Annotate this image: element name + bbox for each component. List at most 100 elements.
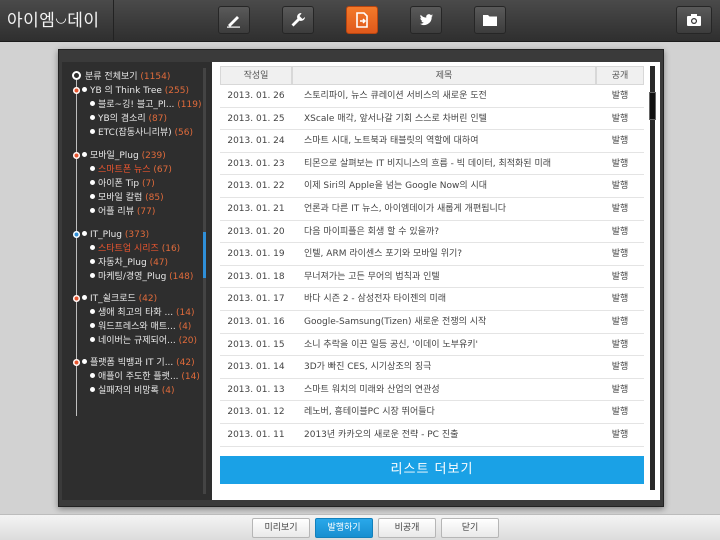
category-label: 워드프레스와 매트... (98, 322, 176, 332)
table-row[interactable]: 2013. 01. 17 바다 시즌 2 - 삼성전자 타이젠의 미래 발행 (220, 288, 644, 311)
post-date: 2013. 01. 16 (227, 317, 285, 327)
table-row[interactable]: 2013. 01. 21 언론과 다른 IT 뉴스, 아이엠데이가 새롭게 개편됩… (220, 198, 644, 221)
post-title[interactable]: 2013년 카카오의 새로운 전략 - PC 진출 (304, 424, 594, 446)
table-scroll-thumb[interactable] (649, 92, 656, 120)
post-title[interactable]: 바다 시즌 2 - 삼성전자 타이젠의 미래 (304, 288, 594, 310)
post-title[interactable]: 3D가 빠진 CES, 시기상조의 징극 (304, 356, 594, 378)
table-row[interactable]: 2013. 01. 14 3D가 빠진 CES, 시기상조의 징극 발행 (220, 356, 644, 379)
sidebar-category-item[interactable]: 분류 전체보기 (1154) (72, 70, 170, 84)
post-title[interactable]: 언론과 다른 IT 뉴스, 아이엠데이가 새롭게 개편됩니다 (304, 198, 594, 220)
category-count: (4) (178, 322, 192, 332)
sidebar-category-item[interactable]: 워드프레스와 매트... (4) (90, 320, 191, 334)
export-button[interactable] (346, 6, 378, 34)
sidebar-category-item[interactable]: 마케팅/경영_Plug (148) (90, 270, 193, 284)
tree-expand-icon[interactable] (73, 359, 80, 366)
table-row[interactable]: 2013. 01. 20 다음 마이피플은 회생 할 수 있을까? 발행 (220, 221, 644, 244)
category-count: (239) (141, 151, 166, 161)
bullet-icon (90, 387, 95, 392)
write-button[interactable] (218, 6, 250, 34)
sidebar-scroll-thumb[interactable] (203, 232, 206, 278)
sidebar-category-item[interactable]: 아이폰 Tip (7) (90, 177, 155, 191)
post-title[interactable]: 소니 추락을 이끈 일등 공신, '이데이 노부유키' (304, 334, 594, 356)
sidebar-category-item[interactable]: 자동차_Plug (47) (90, 256, 168, 270)
sidebar-category-item[interactable]: 실패저의 비망록 (4) (90, 384, 174, 398)
pen-icon (227, 16, 240, 28)
twitter-button[interactable] (410, 6, 442, 34)
post-title[interactable]: 무너져가는 고든 무어의 법칙과 인텔 (304, 266, 594, 288)
bullet-icon (90, 245, 95, 250)
post-title[interactable]: 인텔, ARM 라이센스 포기와 모바일 위기? (304, 243, 594, 265)
table-row[interactable]: 2013. 01. 19 인텔, ARM 라이센스 포기와 모바일 위기? 발행 (220, 243, 644, 266)
tree-expand-icon[interactable] (73, 152, 80, 159)
table-row[interactable]: 2013. 01. 26 스토리파이, 뉴스 큐레이션 서비스의 새로운 도전 발행 (220, 85, 644, 108)
category-count: (20) (178, 336, 198, 346)
category-label: 애플이 주도한 플랫... (98, 372, 179, 382)
category-label: IT_Plug (90, 230, 122, 240)
tree-expand-icon[interactable] (73, 231, 80, 238)
table-scrollbar[interactable] (650, 66, 655, 490)
table-row[interactable]: 2013. 01. 18 무너져가는 고든 무어의 법칙과 인텔 발행 (220, 266, 644, 289)
camera-icon (687, 14, 701, 26)
post-title[interactable]: 스마트 워치의 미래와 산업의 연관성 (304, 379, 594, 401)
post-date: 2013. 01. 15 (227, 339, 285, 350)
post-title[interactable]: 스마트 시대, 노트북과 태블릿의 역할에 대하여 (304, 130, 594, 152)
post-date: 2013. 01. 12 (227, 407, 285, 418)
table-row[interactable]: 2013. 01. 12 레노버, 흥테이블PC 시장 뛰어들다 발행 (220, 401, 644, 424)
folder-button[interactable] (474, 6, 506, 34)
preview-button[interactable]: 미리보기 (252, 518, 310, 538)
sidebar-category-item[interactable]: 블로~깅! 블고_Pl... (119) (90, 98, 202, 112)
sidebar-category-item[interactable]: YB 의 Think Tree (255) (82, 84, 189, 98)
sidebar-category-item[interactable]: 스마트폰 뉴스 (67) (90, 163, 172, 177)
post-title[interactable]: XScale 매각, 앞서나갈 기회 스스로 차버린 인텔 (304, 108, 594, 130)
sidebar-category-item[interactable]: IT_Plug (373) (82, 228, 149, 242)
sidebar-scrollbar[interactable] (203, 68, 206, 494)
table-row[interactable]: 2013. 01. 15 소니 추락을 이끈 일등 공신, '이데이 노부유키' 발… (220, 334, 644, 357)
table-row[interactable]: 2013. 01. 25 XScale 매각, 앞서나갈 기회 스스로 차버린 인… (220, 108, 644, 131)
post-status: 발행 (611, 113, 629, 124)
sidebar-category-item[interactable]: 어플 리뷰 (77) (90, 205, 155, 219)
table-row[interactable]: 2013. 01. 11 2013년 카카오의 새로운 전략 - PC 진출 발행 (220, 424, 644, 447)
category-count: (119) (177, 100, 202, 110)
post-title[interactable]: 레노버, 흥테이블PC 시장 뛰어들다 (304, 401, 594, 423)
sidebar-category-item[interactable]: 네이버는 규제되어... (20) (90, 334, 197, 348)
category-label: YB의 겸소리 (98, 114, 146, 124)
publish-button[interactable]: 발행하기 (315, 518, 373, 538)
post-status: 발행 (611, 136, 629, 147)
private-button[interactable]: 비공개 (378, 518, 436, 538)
category-label: 네이버는 규제되어... (98, 336, 176, 346)
bullet-icon (82, 152, 87, 157)
post-title[interactable]: 이제 Siri의 Apple을 넘는 Google Now의 시대 (304, 175, 594, 197)
sidebar-category-item[interactable]: 애플이 주도한 플랫... (14) (90, 370, 200, 384)
post-date: 2013. 01. 24 (227, 136, 285, 147)
sidebar-category-item[interactable]: 플랫폼 빅뱅과 IT 기... (42) (82, 356, 195, 370)
tree-expand-icon[interactable] (73, 295, 80, 302)
table-row[interactable]: 2013. 01. 24 스마트 시대, 노트북과 태블릿의 역할에 대하여 발행 (220, 130, 644, 153)
post-title[interactable]: Google-Samsung(Tizen) 새로운 전쟁의 시작 (304, 311, 594, 333)
sidebar-category-item[interactable]: 스타트업 시리즈 (16) (90, 242, 180, 256)
post-title[interactable]: 티몬으로 살펴보는 IT 비지니스의 흐름 - 빅 데이터, 최적화된 미래 (304, 153, 594, 175)
post-date: 2013. 01. 18 (227, 271, 285, 282)
close-button[interactable]: 닫기 (441, 518, 499, 538)
table-row[interactable]: 2013. 01. 16 Google-Samsung(Tizen) 새로운 전쟁… (220, 311, 644, 334)
camera-button[interactable] (676, 6, 712, 34)
sidebar-category-item[interactable]: 생애 최고의 타화 ... (14) (90, 306, 195, 320)
bullet-icon (90, 208, 95, 213)
sidebar-category-item[interactable]: 모바일_Plug (239) (82, 149, 166, 163)
sidebar-category-item[interactable]: YB의 겸소리 (87) (90, 112, 167, 126)
sidebar-category-item[interactable]: IT_쉴크로드 (42) (82, 292, 157, 306)
category-label: 마케팅/경영_Plug (98, 272, 167, 282)
bullet-icon (90, 323, 95, 328)
post-status: 발행 (611, 407, 629, 418)
sidebar-category-item[interactable]: ETC(잡동사니리뷰) (56) (90, 126, 193, 140)
post-title[interactable]: 스토리파이, 뉴스 큐레이션 서비스의 새로운 도전 (304, 85, 594, 107)
all-categories-icon (72, 71, 81, 80)
post-title[interactable]: 다음 마이피플은 회생 할 수 있을까? (304, 221, 594, 243)
table-row[interactable]: 2013. 01. 22 이제 Siri의 Apple을 넘는 Google No… (220, 175, 644, 198)
bullet-icon (82, 231, 87, 236)
load-more-button[interactable]: 리스트 더보기 (220, 456, 644, 484)
tree-expand-icon[interactable] (73, 87, 80, 94)
table-row[interactable]: 2013. 01. 23 티몬으로 살펴보는 IT 비지니스의 흐름 - 빅 데이… (220, 153, 644, 176)
settings-button[interactable] (282, 6, 314, 34)
sidebar-category-item[interactable]: 모바일 칼럼 (85) (90, 191, 164, 205)
table-row[interactable]: 2013. 01. 13 스마트 워치의 미래와 산업의 연관성 발행 (220, 379, 644, 402)
